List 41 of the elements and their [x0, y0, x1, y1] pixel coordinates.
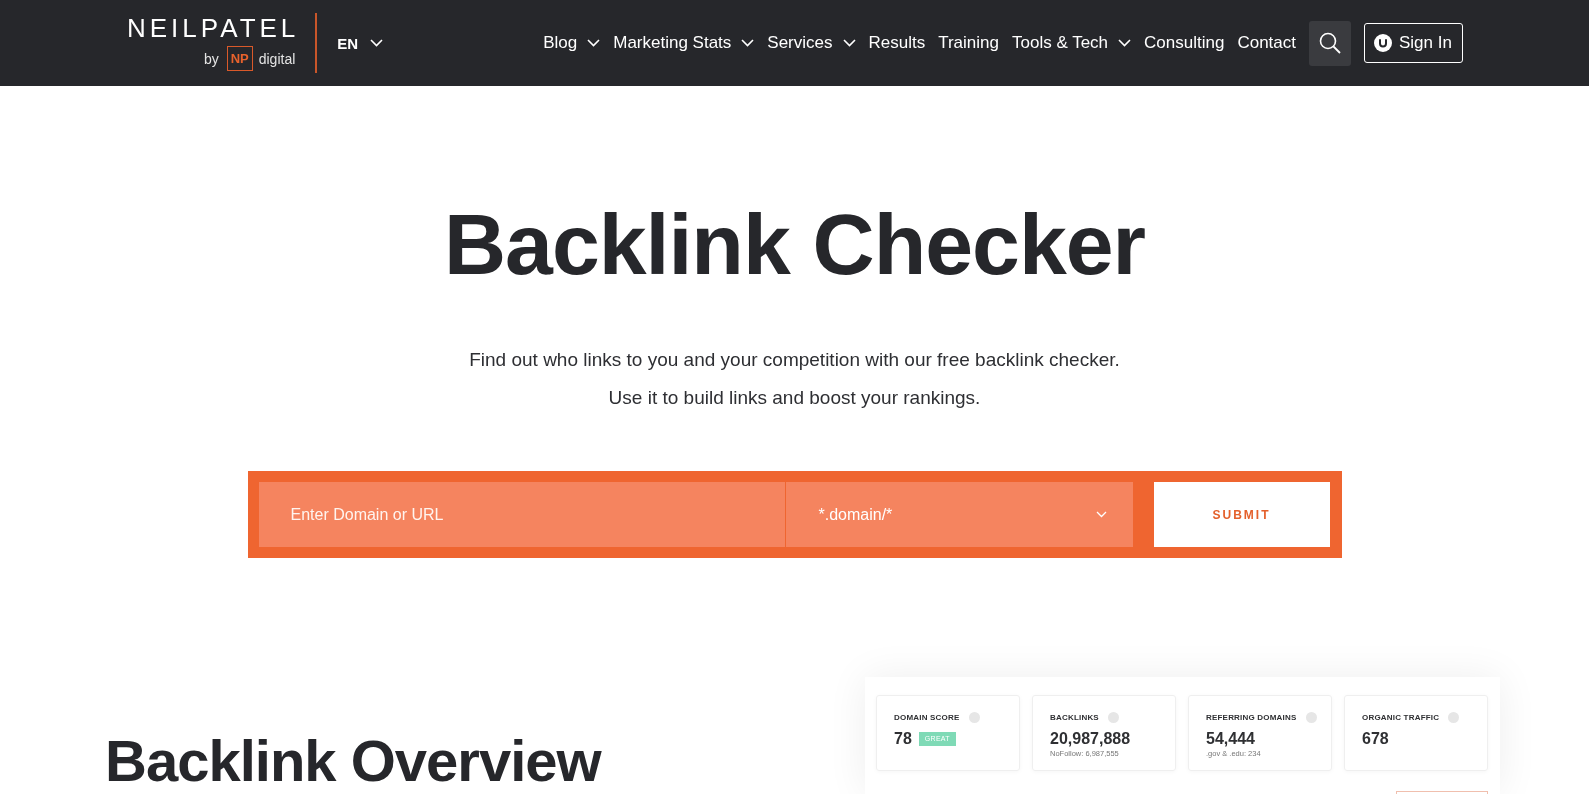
nav-link[interactable]: Blog — [543, 33, 601, 53]
stat-label: ORGANIC TRAFFIC — [1362, 712, 1440, 723]
stat-value: 678 — [1362, 730, 1389, 748]
stat-value: 20,987,888 — [1050, 730, 1131, 748]
search-icon — [1319, 32, 1341, 54]
chevron-down-icon — [1095, 511, 1107, 518]
info-icon — [1448, 712, 1460, 723]
logo-digital-text: digital — [258, 50, 296, 67]
caret-icon — [587, 39, 601, 47]
caret-icon — [842, 39, 856, 47]
stat-label: DOMAIN SCORE — [894, 712, 960, 723]
subtitle-line: Use it to build links and boost your rankings. — [608, 386, 981, 410]
sign-in-button[interactable]: Sign In — [1364, 23, 1463, 63]
caret-icon — [1118, 39, 1132, 47]
nav-link[interactable]: Tools & Tech — [1012, 33, 1132, 53]
page-title: Backlink Checker — [443, 197, 1146, 292]
nav-link[interactable]: Training — [938, 33, 999, 53]
caret-icon — [370, 39, 384, 47]
nav-link[interactable]: Services — [767, 33, 856, 53]
nav-link[interactable]: Consulting — [1144, 33, 1225, 53]
np-logo-box: NP — [226, 46, 253, 71]
caret-icon — [741, 39, 755, 47]
info-icon — [968, 712, 980, 723]
stat-label: REFERRING DOMAINS — [1206, 712, 1297, 723]
submit-button[interactable]: SUBMIT — [1153, 482, 1330, 547]
stat-value: 78 — [894, 730, 912, 748]
search-button[interactable] — [1309, 20, 1351, 66]
section-heading: Backlink Overview — [105, 727, 601, 794]
stat-label: BACKLINKS — [1050, 712, 1099, 723]
logo-by-text: by — [203, 50, 219, 67]
nav-link[interactable]: Results — [868, 33, 926, 53]
domain-input-field[interactable]: Enter Domain or URL — [258, 482, 785, 547]
circle-logo-icon — [1374, 34, 1392, 52]
info-icon — [1305, 712, 1317, 723]
stat-value: 54,444 — [1206, 730, 1255, 748]
nav-link[interactable]: Contact — [1237, 33, 1296, 53]
subtitle-line: Find out who links to you and your competition with our free backlink checker. — [469, 348, 1120, 372]
nav-link[interactable]: Marketing Stats — [613, 33, 755, 53]
info-icon — [1107, 712, 1119, 723]
language-selector[interactable]: EN — [337, 34, 384, 52]
logo-wordmark[interactable]: NEILPATEL — [127, 15, 300, 41]
